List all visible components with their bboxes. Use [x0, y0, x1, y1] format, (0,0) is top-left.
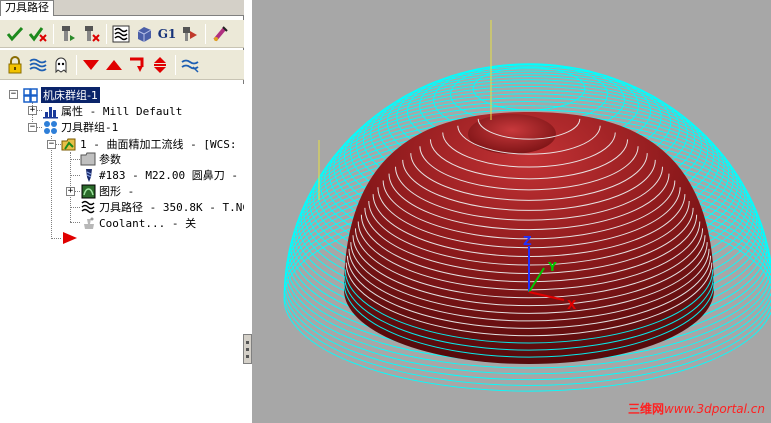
highfeed-icon[interactable] — [209, 23, 231, 45]
collapse-toggle[interactable]: − — [28, 123, 37, 132]
parameters-folder-icon — [80, 151, 96, 167]
properties-icon — [42, 103, 58, 119]
tool-select-icon[interactable] — [57, 23, 79, 45]
coolant-icon — [80, 215, 96, 231]
watermark: 三维网www.3dportal.cn — [628, 400, 765, 417]
tree-item-label: 刀具群组-1 — [61, 121, 119, 134]
tree-item-label: 1 - 曲面精加工流线 - [WCS: — [80, 138, 237, 151]
toolpath-scene: Z Y X — [283, 20, 771, 392]
post-selected-icon[interactable] — [179, 23, 201, 45]
axis-x-label: X — [567, 298, 577, 312]
move-down-icon[interactable] — [80, 54, 102, 76]
tool-group-icon — [42, 119, 58, 135]
toolbar-separator — [106, 23, 107, 44]
axis-z-label: Z — [523, 234, 532, 248]
operations-manager-panel: 刀具路径 G1 − + − − + 机床群组-1 属性 - Mill Defau… — [0, 0, 244, 423]
stock-dome-top — [468, 114, 556, 154]
toolbar-separator — [175, 54, 176, 75]
watermark-text: 三维网 — [627, 402, 664, 416]
tab-toolpaths[interactable]: 刀具路径 — [0, 0, 54, 16]
wavy-icon[interactable] — [179, 54, 201, 76]
tree-item-label: 图形 - — [99, 185, 135, 198]
toolpath-icon — [80, 199, 96, 215]
panel-splitter[interactable] — [243, 334, 252, 364]
post-icon[interactable]: G1 — [156, 23, 178, 45]
expand-toggle[interactable]: + — [28, 106, 37, 115]
move-up-icon[interactable] — [103, 54, 125, 76]
tree-connector — [70, 222, 80, 223]
collapse-toggle[interactable]: − — [47, 140, 56, 149]
tab-strip: 刀具路径 — [0, 0, 244, 16]
regenerate-icon[interactable] — [27, 23, 49, 45]
tree-item-label: Coolant... - 关 — [99, 217, 197, 230]
tree-item-machine-group[interactable]: 机床群组-1 — [22, 87, 100, 103]
tree-connector — [70, 175, 80, 176]
geometry-icon — [80, 183, 96, 199]
collapse-toggle[interactable]: − — [9, 90, 18, 99]
tree-connector — [70, 207, 80, 208]
insert-position-arrow[interactable] — [62, 231, 78, 248]
verify-icon[interactable] — [133, 23, 155, 45]
g1-label: G1 — [157, 26, 177, 41]
tree-item-label: 机床群组-1 — [41, 87, 100, 103]
tree-item-label: 属性 - Mill Default — [61, 105, 183, 118]
backplot-icon[interactable] — [110, 23, 132, 45]
axis-y-label: Y — [547, 260, 557, 274]
tree-item-label: 参数 — [99, 153, 121, 166]
operations-tree[interactable]: − + − − + 机床群组-1 属性 - Mill Default 刀具群组-… — [0, 84, 244, 423]
insert-arrow-icon[interactable] — [126, 54, 148, 76]
tree-item-geometry[interactable]: 图形 - — [80, 183, 134, 199]
operation-folder-icon — [61, 136, 77, 152]
toolpath-toolbar-bottom — [0, 50, 244, 80]
toolbar-separator — [76, 54, 77, 75]
tree-item-toolpath[interactable]: 刀具路径 - 350.8K - T.NC — [80, 199, 244, 215]
tree-item-tool[interactable]: #183 - M22.00 圆鼻刀 - — [80, 167, 238, 183]
select-all-icon[interactable] — [4, 23, 26, 45]
toolbar-separator — [53, 23, 54, 44]
machine-group-icon — [22, 87, 38, 103]
graphics-viewport[interactable]: Z Y X 三维网www.3dportal.cn — [252, 0, 771, 423]
toolbar-separator — [205, 23, 206, 44]
tree-item-label: 刀具路径 - 350.8K - T.NC — [99, 201, 244, 214]
tree-item-tool-group[interactable]: 刀具群组-1 — [42, 119, 118, 135]
tree-item-coolant[interactable]: Coolant... - 关 — [80, 215, 196, 231]
tree-item-label: #183 - M22.00 圆鼻刀 - — [99, 169, 238, 182]
tree-item-operation[interactable]: 1 - 曲面精加工流线 - [WCS: — [61, 136, 236, 152]
lock-icon[interactable] — [4, 54, 26, 76]
tree-connector — [70, 159, 80, 160]
watermark-url: www.3dportal.cn — [663, 402, 765, 416]
tool-delete-icon[interactable] — [80, 23, 102, 45]
toolpath-toolbar-top: G1 — [0, 20, 244, 48]
tree-connector — [51, 136, 52, 239]
tool-icon — [80, 167, 96, 183]
tree-connector — [51, 238, 61, 239]
expand-toggle[interactable]: + — [66, 187, 75, 196]
tree-item-parameters[interactable]: 参数 — [80, 151, 121, 167]
toolpath-display-icon[interactable] — [27, 54, 49, 76]
tree-item-properties[interactable]: 属性 - Mill Default — [42, 103, 182, 119]
ghost-icon[interactable] — [50, 54, 72, 76]
scroll-icon[interactable] — [149, 54, 171, 76]
